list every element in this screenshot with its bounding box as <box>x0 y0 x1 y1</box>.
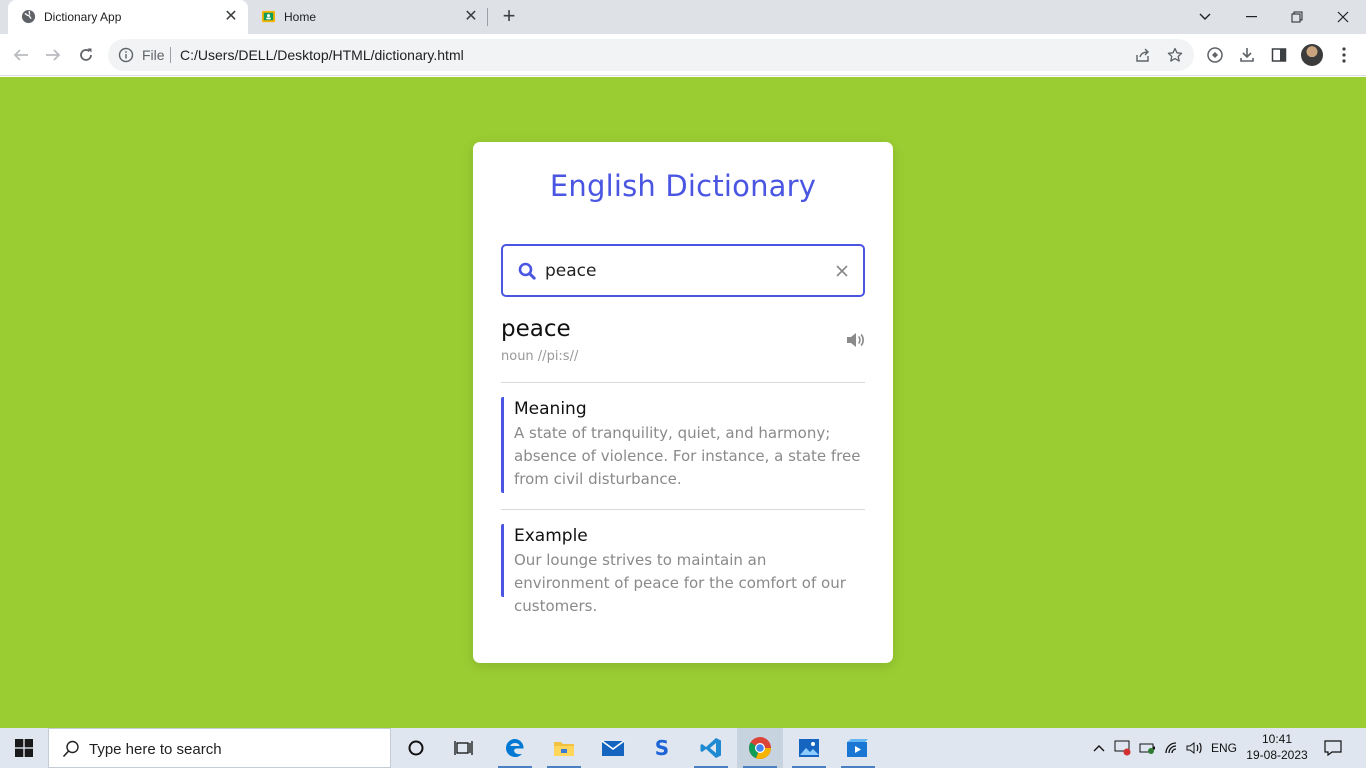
file-explorer-icon[interactable] <box>541 728 587 768</box>
search-box[interactable] <box>501 244 865 297</box>
url-text[interactable]: C:/Users/DELL/Desktop/HTML/dictionary.ht… <box>180 47 464 63</box>
bookmark-star-icon[interactable] <box>1166 46 1184 64</box>
windows-start-icon[interactable] <box>0 728 48 768</box>
tab-label: Home <box>284 10 317 24</box>
tab-label: Dictionary App <box>44 10 122 24</box>
reload-icon[interactable] <box>74 43 98 67</box>
video-editor-icon[interactable] <box>835 728 881 768</box>
app-title: English Dictionary <box>549 169 817 203</box>
taskbar-search-placeholder: Type here to search <box>89 741 222 758</box>
browser-tab-bar: Dictionary App ✕ Home ✕ + <box>0 0 1366 34</box>
skype-icon[interactable]: S <box>639 728 685 768</box>
window-close-icon[interactable] <box>1320 0 1366 34</box>
extension-icon[interactable] <box>1205 45 1225 65</box>
omnibox-separator <box>170 47 171 63</box>
dictionary-card: English Dictionary peace noun //pi:s// M… <box>473 142 893 663</box>
edge-icon[interactable] <box>492 728 538 768</box>
tab-close-icon[interactable]: ✕ <box>222 8 240 26</box>
task-view-icon[interactable] <box>441 728 487 768</box>
download-icon[interactable] <box>1237 45 1257 65</box>
new-tab-plus-icon[interactable]: + <box>498 5 520 28</box>
tab-home[interactable]: Home ✕ <box>248 0 488 34</box>
back-arrow-icon[interactable] <box>9 43 33 67</box>
tab-dictionary-app[interactable]: Dictionary App ✕ <box>8 0 248 34</box>
windows-taskbar: Type here to search S ENG 10:41 19-08-20… <box>0 728 1366 768</box>
battery-icon[interactable] <box>1137 728 1159 768</box>
restore-icon[interactable] <box>1274 0 1320 34</box>
browser-toolbar: File C:/Users/DELL/Desktop/HTML/dictiona… <box>0 34 1366 76</box>
minimize-icon[interactable] <box>1228 0 1274 34</box>
site-info-icon[interactable] <box>118 47 134 68</box>
result-word: peace <box>501 316 571 342</box>
search-icon <box>518 262 536 285</box>
search-input[interactable] <box>545 258 825 284</box>
taskbar-search-box[interactable]: Type here to search <box>48 728 391 768</box>
more-menu-icon[interactable] <box>1334 45 1354 65</box>
globe-icon <box>21 9 36 24</box>
page-viewport: English Dictionary peace noun //pi:s// M… <box>0 77 1366 728</box>
divider <box>501 382 865 383</box>
wifi-icon[interactable] <box>1162 728 1184 768</box>
divider <box>501 509 865 510</box>
system-clock[interactable]: 10:41 19-08-2023 <box>1244 731 1310 763</box>
chrome-icon[interactable] <box>737 728 783 768</box>
tab-search-chevron-icon[interactable] <box>1182 0 1228 34</box>
example-section: Example Our lounge strives to maintain a… <box>501 524 865 615</box>
classroom-icon <box>261 9 276 24</box>
security-icon[interactable] <box>1112 728 1134 768</box>
scheme-label: File <box>142 47 165 63</box>
svg-text:S: S <box>655 737 669 759</box>
share-icon[interactable] <box>1134 46 1152 64</box>
profile-avatar[interactable] <box>1301 44 1323 66</box>
volume-icon[interactable] <box>1184 728 1206 768</box>
vscode-icon[interactable] <box>688 728 734 768</box>
clock-date: 19-08-2023 <box>1246 748 1308 762</box>
clear-search-icon[interactable] <box>834 263 850 279</box>
show-hidden-icons-chevron-icon[interactable] <box>1090 728 1108 768</box>
mail-icon[interactable] <box>590 728 636 768</box>
notification-icon[interactable] <box>1322 728 1344 768</box>
search-icon <box>62 740 80 763</box>
tab-close-icon[interactable]: ✕ <box>462 8 480 26</box>
side-panel-icon[interactable] <box>1269 45 1289 65</box>
language-indicator[interactable]: ENG <box>1208 728 1240 768</box>
forward-arrow-icon[interactable] <box>41 43 65 67</box>
photos-icon[interactable] <box>786 728 832 768</box>
omnibox[interactable]: File C:/Users/DELL/Desktop/HTML/dictiona… <box>108 39 1194 71</box>
example-heading: Example <box>514 526 588 546</box>
result-phonetic: noun //pi:s// <box>501 349 579 364</box>
meaning-section: Meaning A state of tranquility, quiet, a… <box>501 397 865 493</box>
cortana-icon[interactable] <box>393 728 439 768</box>
speaker-icon[interactable] <box>846 332 866 348</box>
example-text: Our lounge strives to maintain an enviro… <box>514 551 846 615</box>
meaning-heading: Meaning <box>514 399 587 419</box>
clock-time: 10:41 <box>1261 732 1293 746</box>
meaning-text: A state of tranquility, quiet, and harmo… <box>514 424 861 488</box>
